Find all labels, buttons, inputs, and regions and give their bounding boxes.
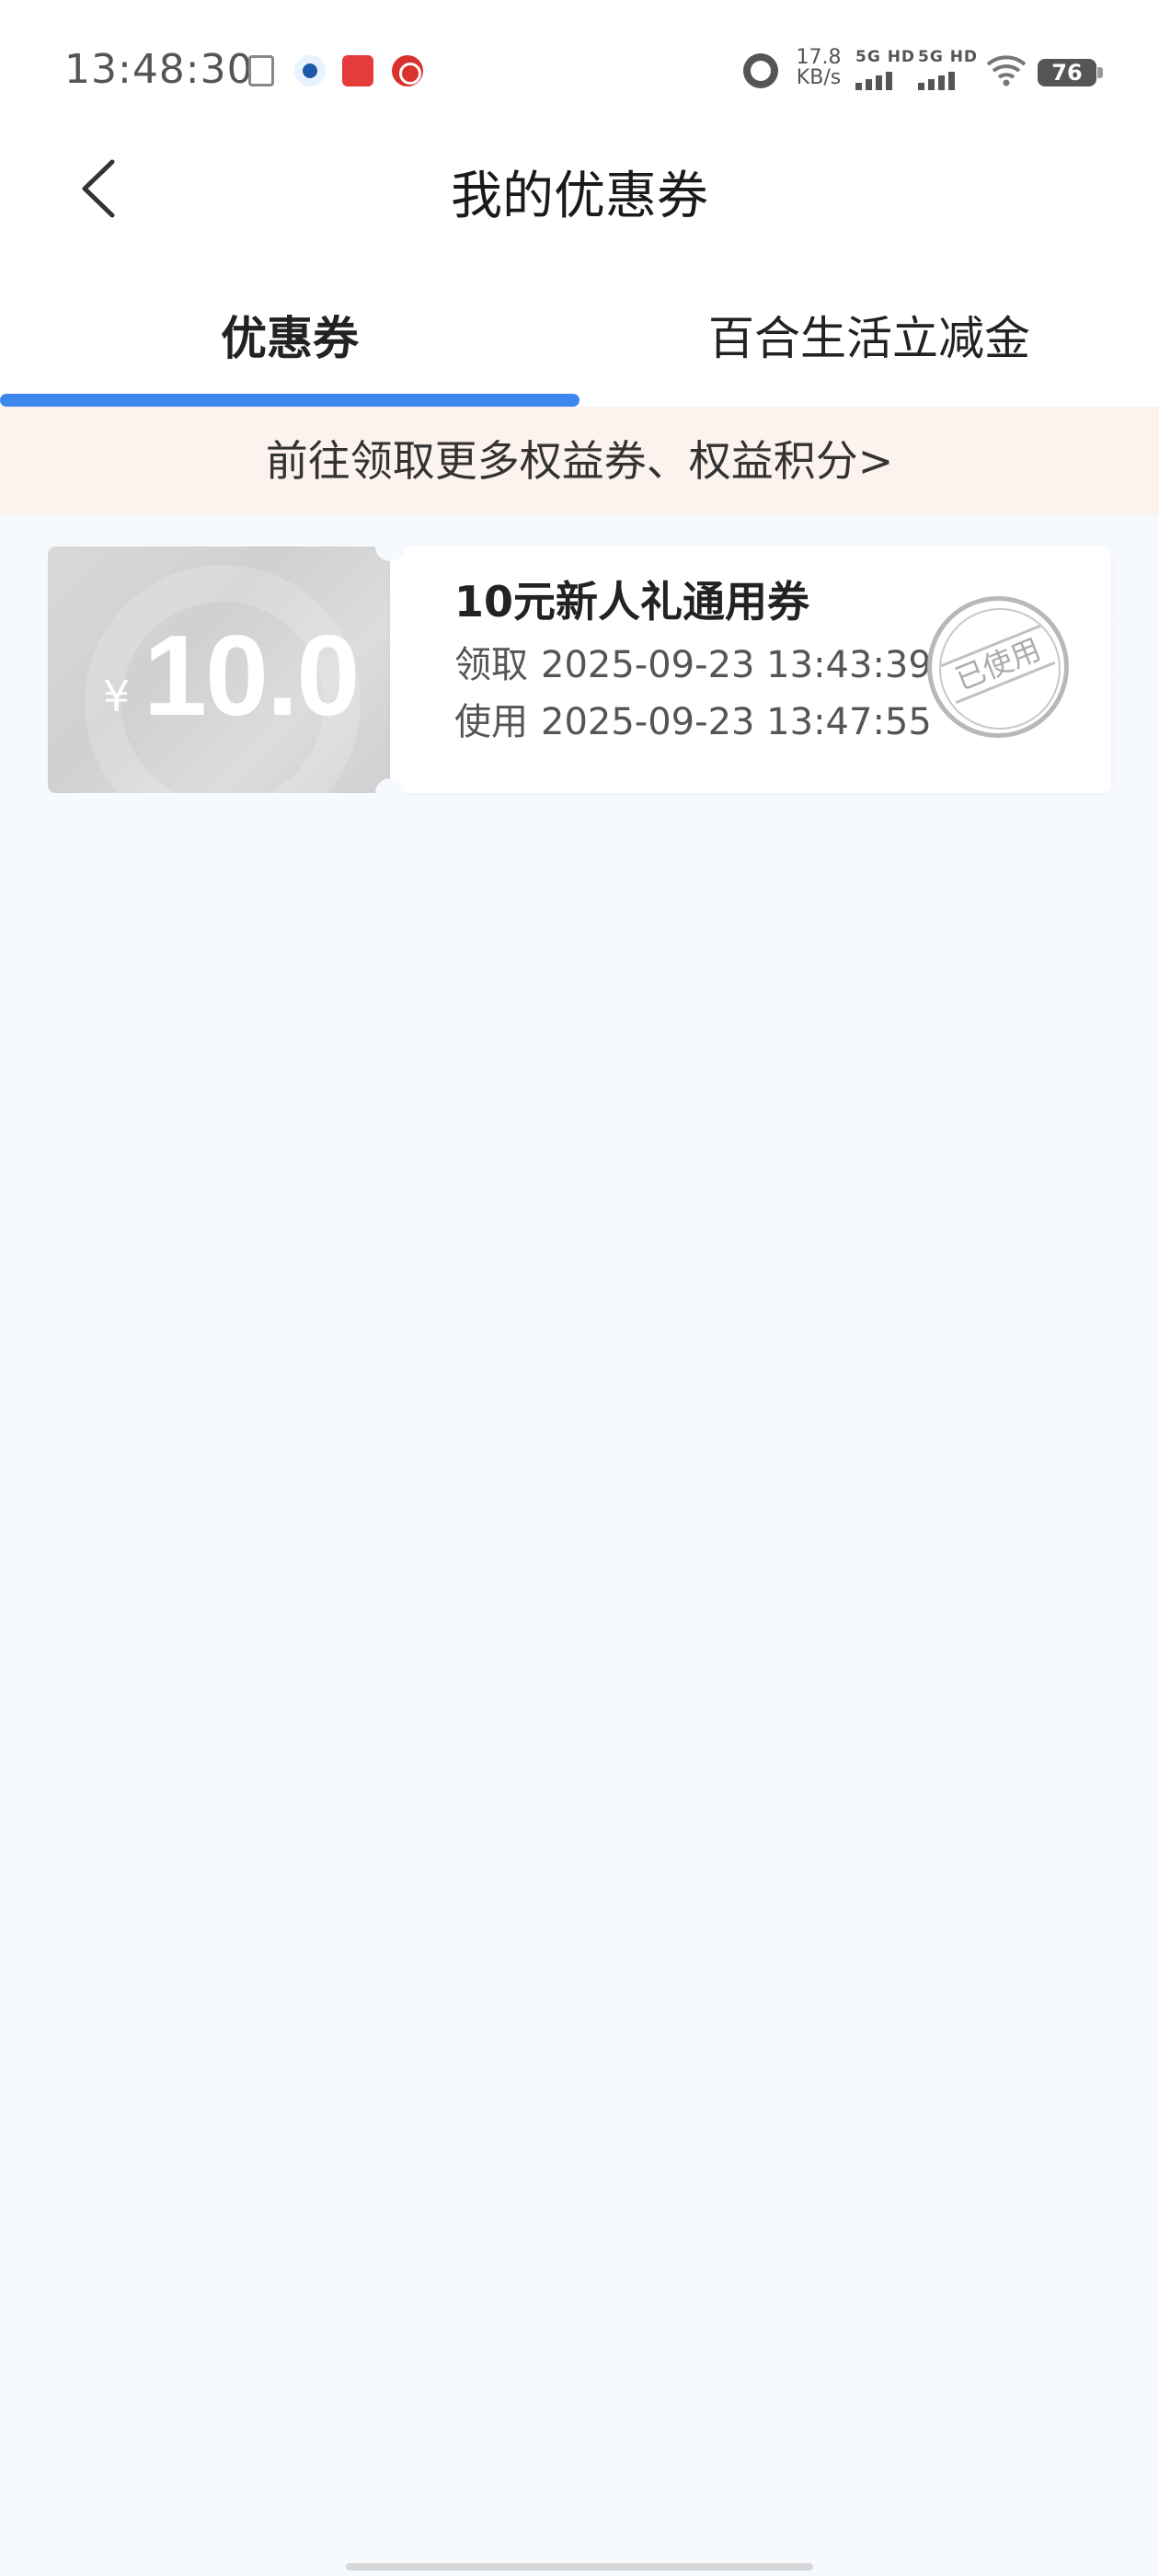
alarm-icon xyxy=(743,53,778,88)
notes-notification-icon xyxy=(248,55,274,86)
claim-label: 领取 xyxy=(454,644,528,686)
battery-icon: 76 xyxy=(1038,59,1103,86)
signal-1-label: 5G HD xyxy=(855,48,916,66)
signal-2-label: 5G HD xyxy=(918,48,979,66)
coupon-name: 10元新人礼通用券 xyxy=(454,577,810,627)
shopping-notification-icon xyxy=(342,55,373,86)
coupon-notch-bottom xyxy=(375,778,405,808)
use-time: 2025-09-23 13:47:55 xyxy=(541,701,932,743)
app-notification-icon xyxy=(294,55,326,86)
coupon-stub: ¥ 10.0 xyxy=(48,546,390,793)
page-title: 我的优惠券 xyxy=(451,167,708,226)
net-speed-value: 17.8 xyxy=(796,46,842,69)
claim-time: 2025-09-23 13:43:39 xyxy=(541,644,932,686)
coupon-currency: ¥ xyxy=(103,672,131,721)
coupon-claim-time: 领取 2025-09-23 13:43:39 xyxy=(454,635,932,688)
coupon-amount: 10.0 xyxy=(143,613,360,740)
signal-bars-icon xyxy=(855,70,916,90)
stamp-text: 已使用 xyxy=(940,624,1056,705)
bank-notification-icon xyxy=(392,55,423,86)
coupon-notch-top xyxy=(375,532,405,561)
use-label: 使用 xyxy=(454,701,528,743)
tab-lily-life-discount[interactable]: 百合生活立减金 xyxy=(580,302,1159,368)
used-stamp-icon: 已使用 xyxy=(927,596,1069,738)
coupon-body: 10元新人礼通用券 领取 2025-09-23 13:43:39 使用 2025-0… xyxy=(390,546,1120,793)
body-scallop-edge xyxy=(1102,546,1120,793)
wifi-icon xyxy=(986,55,1027,86)
home-indicator[interactable] xyxy=(346,2563,813,2570)
signal-2: 5G HD xyxy=(918,48,979,90)
net-speed: 17.8 KB/s xyxy=(793,48,844,88)
signal-bars-icon xyxy=(918,70,979,90)
stub-scallop-edge xyxy=(48,546,57,793)
signal-1: 5G HD xyxy=(855,48,916,90)
net-speed-unit: KB/s xyxy=(796,66,842,89)
status-bar: 13:48:30 17.8 KB/s 5G HD 5G HD 76 xyxy=(0,0,1159,138)
status-time: 13:48:30 xyxy=(64,46,254,93)
coupon-card[interactable]: ¥ 10.0 10元新人礼通用券 领取 2025-09-23 13:43:39 使… xyxy=(48,532,1120,808)
promo-link[interactable]: 前往领取更多权益券、权益积分> xyxy=(0,407,1159,515)
coupon-use-time: 使用 2025-09-23 13:47:55 xyxy=(454,692,932,745)
active-tab-indicator xyxy=(0,394,580,407)
tab-coupons[interactable]: 优惠券 xyxy=(0,302,580,368)
